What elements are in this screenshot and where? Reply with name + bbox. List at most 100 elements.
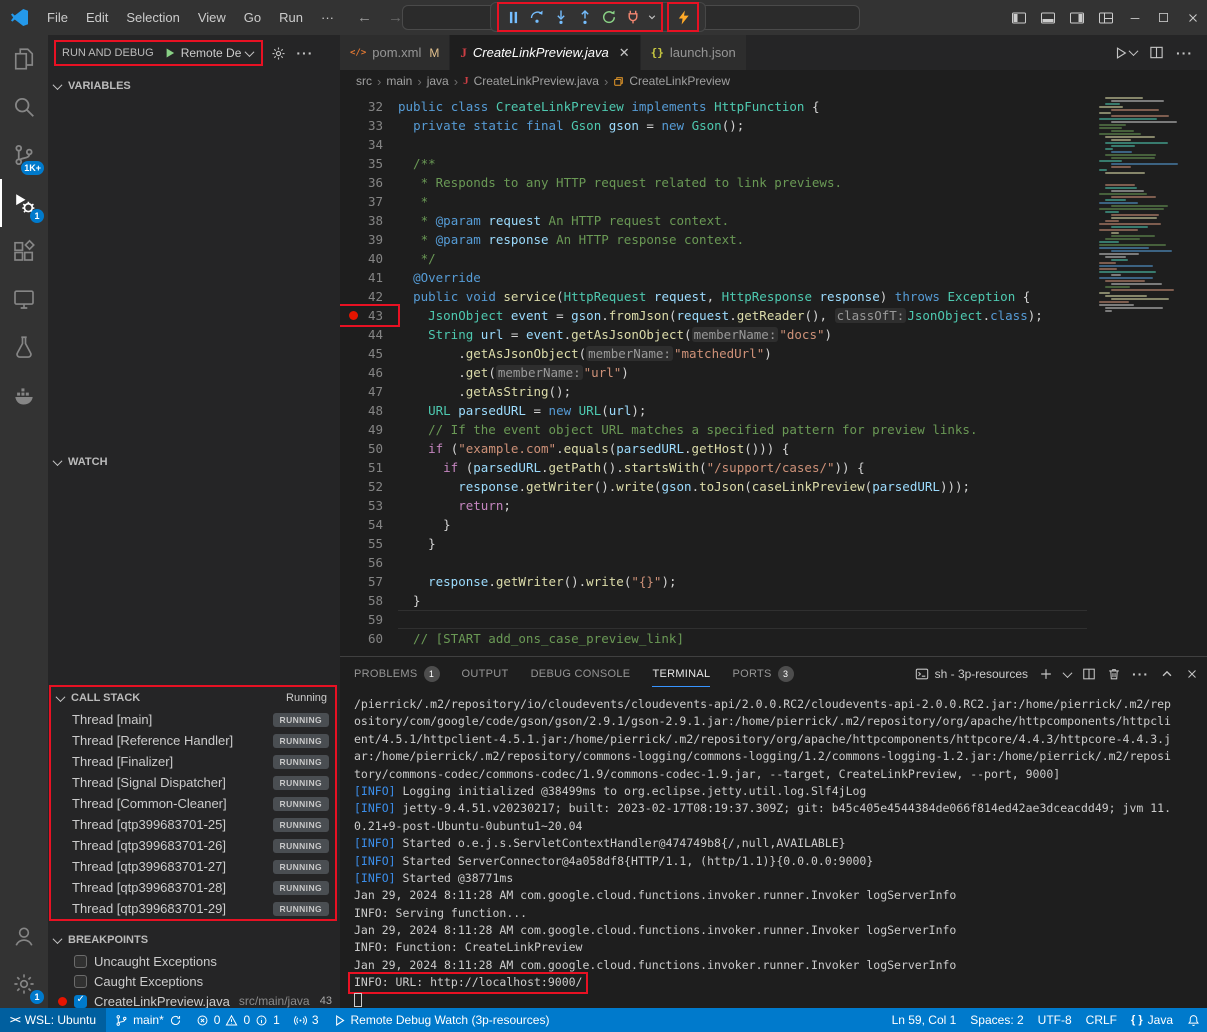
toggle-sidebar-icon[interactable] [1004, 0, 1033, 35]
accounts-icon[interactable] [0, 912, 48, 960]
kill-terminal-icon[interactable] [1107, 667, 1121, 681]
close-icon[interactable] [1178, 0, 1207, 35]
call-stack-thread[interactable]: Thread [Reference Handler]RUNNING [51, 730, 335, 751]
code-line[interactable]: 35 /** [340, 154, 1207, 173]
settings-gear-icon[interactable]: 1 [0, 960, 48, 1008]
checkbox-icon[interactable] [74, 975, 87, 988]
panel-tab-terminal[interactable]: TERMINAL [652, 657, 710, 691]
navigate-forward-icon[interactable]: → [388, 9, 403, 26]
toggle-panel-icon[interactable] [1033, 0, 1062, 35]
notifications-bell[interactable] [1180, 1008, 1207, 1032]
panel-more-actions-icon[interactable]: ··· [1132, 666, 1149, 682]
call-stack-thread[interactable]: Thread [main]RUNNING [51, 709, 335, 730]
breadcrumb-item-main[interactable]: main [386, 74, 412, 88]
call-stack-thread[interactable]: Thread [qtp399683701-28]RUNNING [51, 877, 335, 898]
code-line[interactable]: 55 } [340, 534, 1207, 553]
breakpoints-section-header[interactable]: BREAKPOINTS [48, 929, 340, 951]
code-line[interactable]: 58 } [340, 591, 1207, 610]
testing-icon[interactable] [0, 323, 48, 371]
gutter[interactable]: 35 [340, 154, 398, 173]
navigate-back-icon[interactable]: ← [357, 9, 372, 26]
breadcrumb-item-src[interactable]: src [356, 74, 372, 88]
gutter[interactable]: 60 [340, 629, 398, 648]
gutter[interactable]: 52 [340, 477, 398, 496]
menu-selection[interactable]: Selection [117, 0, 188, 35]
start-debugging-button[interactable]: Remote De [164, 46, 254, 60]
encoding[interactable]: UTF-8 [1031, 1008, 1079, 1032]
panel-tab-problems[interactable]: PROBLEMS 1 [354, 657, 440, 691]
gutter[interactable]: 46 [340, 363, 398, 382]
cursor-position[interactable]: Ln 59, Col 1 [885, 1008, 964, 1032]
call-stack-section-header[interactable]: CALL STACK Running [51, 687, 335, 709]
breadcrumb-item-java[interactable]: java [427, 74, 449, 88]
code-line[interactable]: 40 */ [340, 249, 1207, 268]
disconnect-icon[interactable] [621, 5, 645, 29]
code-line[interactable]: 52 response.getWriter().write(gson.toJso… [340, 477, 1207, 496]
gutter[interactable]: 48 [340, 401, 398, 420]
gutter[interactable]: 41 [340, 268, 398, 287]
variables-section-header[interactable]: VARIABLES [48, 75, 340, 97]
breakpoint-uncaught-exceptions[interactable]: Uncaught Exceptions [48, 951, 340, 971]
breakpoint-caught-exceptions[interactable]: Caught Exceptions [48, 971, 340, 991]
gutter[interactable]: 50 [340, 439, 398, 458]
eol-sequence[interactable]: CRLF [1079, 1008, 1124, 1032]
new-terminal-icon[interactable] [1039, 667, 1053, 681]
gutter[interactable]: 49 [340, 420, 398, 439]
toggle-secondary-sidebar-icon[interactable] [1062, 0, 1091, 35]
code-line[interactable]: 45 .getAsJsonObject(memberName:"matchedU… [340, 344, 1207, 363]
code-line[interactable]: 36 * Responds to any HTTP request relate… [340, 173, 1207, 192]
call-stack-thread[interactable]: Thread [qtp399683701-29]RUNNING [51, 898, 335, 919]
terminal-process-item[interactable]: sh - 3p-resources [915, 667, 1028, 681]
step-over-icon[interactable] [525, 5, 549, 29]
views-more-actions-icon[interactable]: ··· [296, 45, 313, 61]
gutter[interactable]: 53 [340, 496, 398, 515]
gutter[interactable]: 45 [340, 344, 398, 363]
code-line[interactable]: 59 [340, 610, 1207, 629]
minimap[interactable] [1096, 94, 1192, 329]
code-line[interactable]: 47 .getAsString(); [340, 382, 1207, 401]
tab-createlinkpreview-java[interactable]: J CreateLinkPreview.java ✕ [450, 35, 640, 70]
problems-indicator[interactable]: 0 0 1 [189, 1008, 287, 1032]
call-stack-thread[interactable]: Thread [qtp399683701-26]RUNNING [51, 835, 335, 856]
close-panel-icon[interactable] [1185, 667, 1199, 681]
menu-go[interactable]: Go [235, 0, 270, 35]
breakpoint-dot-icon[interactable] [349, 311, 358, 320]
run-and-debug-icon[interactable]: 1 [0, 179, 48, 227]
code-line[interactable]: 57 response.getWriter().write("{}"); [340, 572, 1207, 591]
gutter[interactable]: 59 [340, 610, 398, 629]
code-line[interactable]: 34 [340, 135, 1207, 154]
chevron-down-icon[interactable] [645, 5, 659, 29]
gutter[interactable]: 51 [340, 458, 398, 477]
customize-layout-icon[interactable] [1091, 0, 1120, 35]
editor-more-actions-icon[interactable]: ··· [1176, 45, 1193, 61]
code-line[interactable]: 46 .get(memberName:"url") [340, 363, 1207, 382]
code-line[interactable]: 43 JsonObject event = gson.fromJson(requ… [340, 306, 1207, 325]
code-line[interactable]: 44 String url = event.getAsJsonObject(me… [340, 325, 1207, 344]
menu-file[interactable]: File [38, 0, 77, 35]
checkbox-checked-icon[interactable] [74, 995, 87, 1008]
menu-view[interactable]: View [189, 0, 235, 35]
tab-launch-json[interactable]: {} launch.json [641, 35, 747, 70]
split-editor-icon[interactable] [1149, 45, 1164, 60]
call-stack-thread[interactable]: Thread [qtp399683701-27]RUNNING [51, 856, 335, 877]
gutter[interactable]: 32 [340, 97, 398, 116]
panel-tab-ports[interactable]: PORTS 3 [732, 657, 793, 691]
code-line[interactable]: 50 if ("example.com".equals(parsedURL.ge… [340, 439, 1207, 458]
annotation-box-breakpoint-gutter[interactable]: 43 [340, 306, 398, 325]
gutter[interactable]: 42 [340, 287, 398, 306]
call-stack-thread[interactable]: Thread [qtp399683701-25]RUNNING [51, 814, 335, 835]
minimize-icon[interactable] [1120, 0, 1149, 35]
run-file-icon[interactable] [1114, 46, 1137, 60]
call-stack-thread[interactable]: Thread [Finalizer]RUNNING [51, 751, 335, 772]
gutter[interactable]: 58 [340, 591, 398, 610]
breadcrumb-item-file[interactable]: CreateLinkPreview.java [474, 74, 599, 88]
gutter[interactable]: 44 [340, 325, 398, 344]
chevron-down-icon[interactable] [1063, 668, 1073, 678]
gutter[interactable]: 54 [340, 515, 398, 534]
remote-indicator[interactable]: >< WSL: Ubuntu [0, 1008, 106, 1032]
gutter[interactable]: 33 [340, 116, 398, 135]
code-line[interactable]: 48 URL parsedURL = new URL(url); [340, 401, 1207, 420]
code-line[interactable]: 54 } [340, 515, 1207, 534]
gutter[interactable]: 36 [340, 173, 398, 192]
docker-icon[interactable] [0, 371, 48, 419]
